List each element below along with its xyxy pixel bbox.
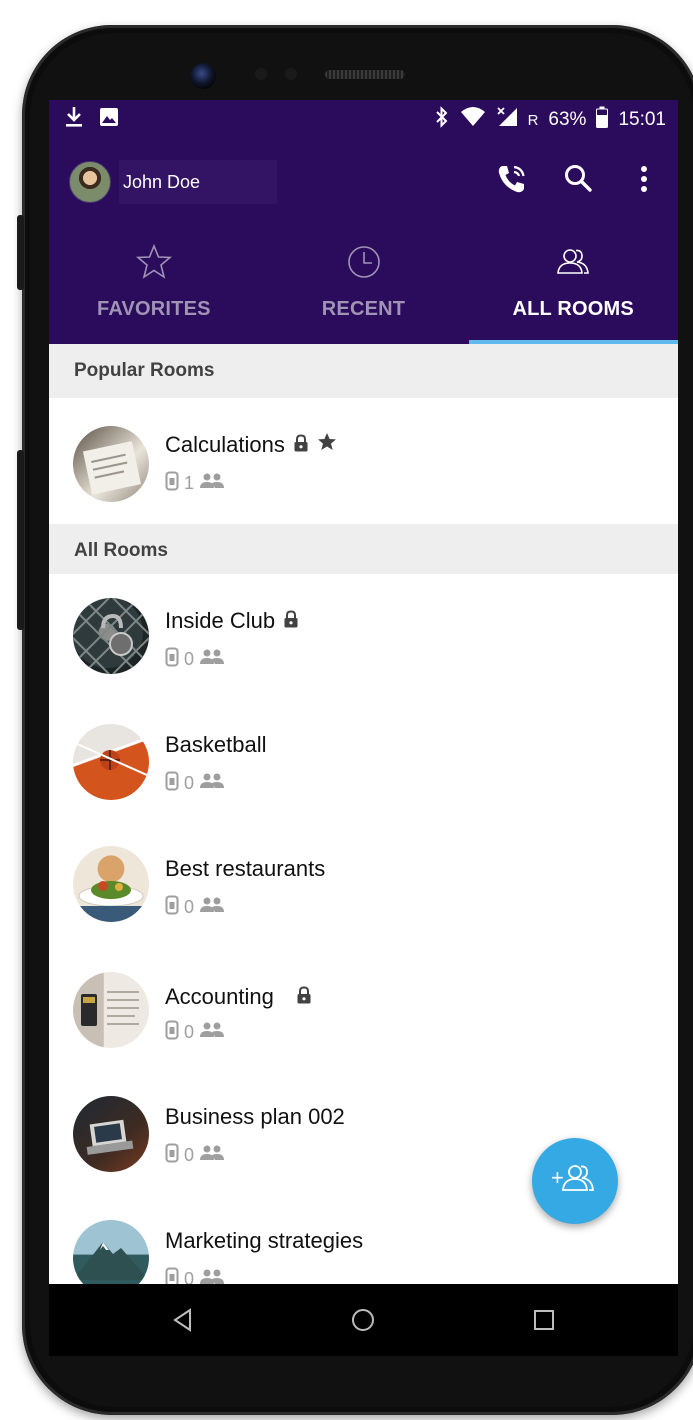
room-name: Business plan 002 — [165, 1104, 345, 1129]
device-icon — [165, 1143, 179, 1168]
front-camera — [190, 63, 216, 89]
more-options-button[interactable] — [627, 162, 661, 196]
device-count: 0 — [184, 1022, 195, 1042]
search-button[interactable] — [562, 162, 596, 196]
device-icon — [165, 895, 179, 920]
home-button[interactable] — [349, 1306, 377, 1339]
add-room-button[interactable]: + — [532, 1138, 618, 1224]
app-screen: R 63% 15:01 John Doe FAVORITES RECENT AL… — [49, 100, 678, 1284]
app-bar: R 63% 15:01 John Doe FAVORITES RECENT AL… — [49, 100, 678, 344]
phone-call-icon — [498, 165, 525, 193]
clock-icon — [344, 242, 384, 287]
people-icon — [199, 773, 225, 794]
device-count: 0 — [184, 897, 195, 917]
user-profile-button[interactable]: John Doe — [69, 158, 277, 206]
add-group-icon: + — [549, 1159, 601, 1204]
section-header-all-rooms: All Rooms — [49, 524, 678, 578]
device-count: 0 — [184, 1269, 195, 1284]
back-button[interactable] — [169, 1306, 197, 1339]
volume-button — [17, 215, 24, 290]
room-avatar — [73, 598, 149, 674]
wifi-icon — [460, 106, 486, 134]
clock-time: 15:01 — [618, 109, 666, 130]
section-header-popular: Popular Rooms — [49, 344, 678, 398]
room-avatar — [73, 1096, 149, 1172]
device-count: 0 — [184, 649, 195, 669]
proximity-sensor — [255, 68, 267, 80]
people-icon — [199, 1145, 225, 1166]
room-name: Basketball — [165, 732, 267, 757]
download-icon — [65, 106, 83, 134]
tab-label: FAVORITES — [97, 298, 211, 320]
room-avatar — [73, 426, 149, 502]
room-name: Marketing strategies — [165, 1228, 364, 1253]
tab-label: ALL ROOMS — [512, 298, 634, 320]
room-name: Inside Club — [165, 608, 276, 633]
device-count: 0 — [184, 773, 195, 793]
bluetooth-icon — [434, 106, 450, 134]
power-button — [17, 450, 24, 630]
earpiece-speaker — [325, 70, 405, 79]
battery-percent: 63% — [548, 109, 587, 130]
people-icon — [199, 1022, 225, 1043]
back-triangle-icon — [173, 1308, 191, 1332]
system-nav-bar — [49, 1284, 678, 1356]
room-item-calculations[interactable]: Calculations 1 — [49, 398, 678, 522]
device-icon — [165, 1020, 179, 1045]
recents-button[interactable] — [530, 1306, 558, 1339]
room-item-inside-club[interactable]: Inside Club 0 — [49, 574, 678, 699]
device-count: 0 — [184, 1145, 195, 1165]
people-icon — [199, 649, 225, 670]
fab-plus: + — [551, 1165, 564, 1190]
people-icon — [199, 1269, 225, 1284]
room-name: Accounting — [165, 984, 274, 1009]
tab-bar: FAVORITES RECENT ALL ROOMS — [49, 236, 678, 344]
search-icon — [565, 165, 592, 192]
toolbar: John Doe — [49, 152, 678, 208]
image-icon — [99, 107, 119, 133]
device-icon — [165, 771, 179, 796]
device-icon — [165, 471, 179, 496]
room-item-accounting[interactable]: Accounting 0 — [49, 946, 678, 1071]
room-avatar — [73, 724, 149, 800]
room-avatar — [73, 972, 149, 1048]
tab-all-rooms[interactable]: ALL ROOMS — [468, 236, 678, 344]
room-name: Best restaurants — [165, 856, 326, 881]
tab-favorites[interactable]: FAVORITES — [49, 236, 259, 344]
tab-recent[interactable]: RECENT — [259, 236, 469, 344]
signal-icon — [496, 106, 518, 134]
device-count: 1 — [184, 473, 195, 493]
battery-icon — [596, 106, 609, 134]
room-avatar — [73, 846, 149, 922]
people-icon — [199, 897, 225, 918]
user-name: John Doe — [119, 160, 277, 204]
lock-icon — [293, 432, 309, 458]
group-icon — [553, 242, 593, 287]
room-item-basketball[interactable]: Basketball 0 — [49, 698, 678, 823]
tab-label: RECENT — [321, 298, 406, 320]
avatar — [69, 161, 111, 203]
call-button[interactable] — [495, 162, 529, 196]
star-icon — [317, 432, 337, 458]
home-circle-icon — [352, 1309, 374, 1331]
lock-icon — [296, 984, 312, 1010]
roaming-indicator: R — [527, 111, 539, 129]
more-vert-icon — [641, 166, 647, 192]
room-avatar — [73, 1220, 149, 1284]
room-item-best-restaurants[interactable]: Best restaurants 0 — [49, 822, 678, 947]
status-bar: R 63% 15:01 — [49, 100, 678, 138]
lock-icon — [283, 608, 299, 634]
room-name: Calculations — [165, 432, 285, 457]
star-outline-icon — [134, 242, 174, 287]
recents-square-icon — [534, 1310, 554, 1330]
light-sensor — [285, 68, 297, 80]
device-icon — [165, 647, 179, 672]
device-icon — [165, 1267, 179, 1284]
people-icon — [199, 473, 225, 494]
